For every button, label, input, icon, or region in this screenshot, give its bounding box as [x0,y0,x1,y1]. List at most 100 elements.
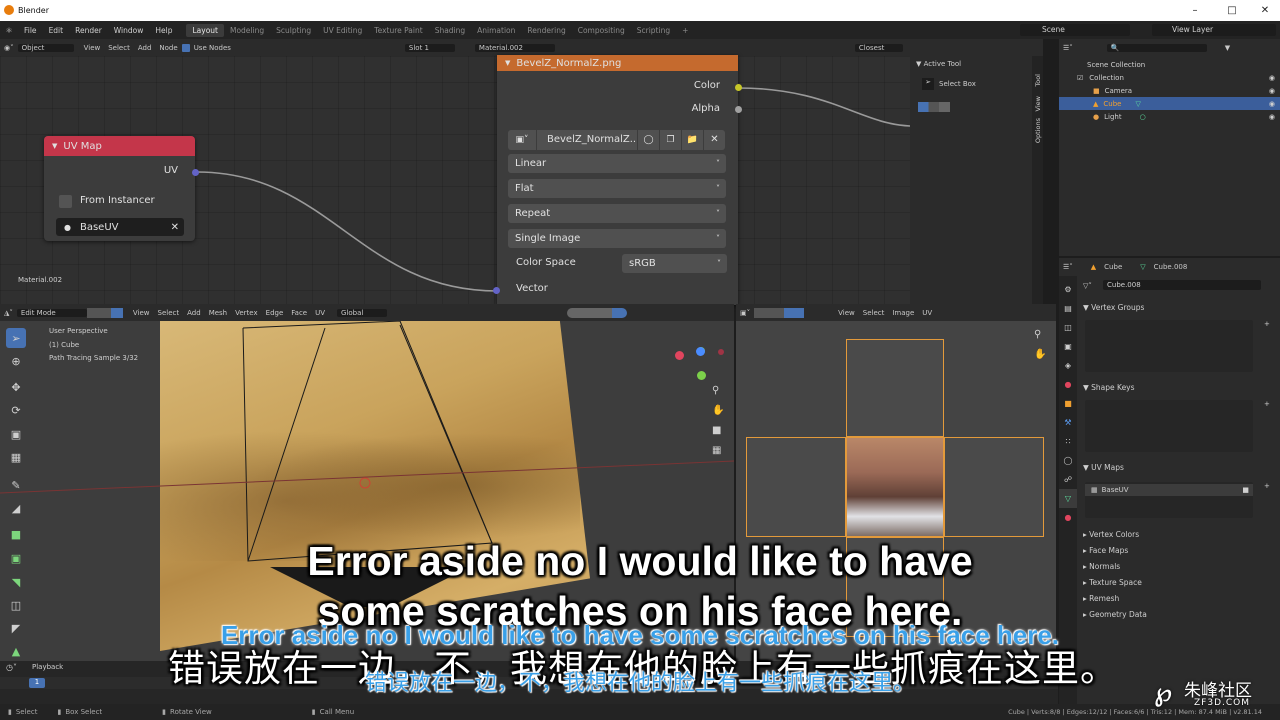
mesh-datablock-field[interactable]: Cube.008 [1103,280,1261,290]
outliner-row-collection[interactable]: ☑ Collection ◉ [1059,71,1280,84]
projection-dropdown[interactable]: Flat ˅ [508,179,726,198]
outliner-search-field[interactable]: 🔍 [1106,43,1207,52]
tab-animation[interactable]: Animation [471,24,521,37]
eye-icon[interactable]: ◉ [1269,113,1275,121]
uv-maps-header[interactable]: ▼ UV Maps [1083,463,1124,472]
menu-vertex[interactable]: Vertex [231,309,262,317]
menu-face[interactable]: Face [287,309,311,317]
material-field[interactable]: Material.002 [474,43,555,52]
tab-uv-editing[interactable]: UV Editing [317,24,368,37]
camera-view-icon[interactable]: ■ [712,425,721,436]
scale-tool-icon[interactable]: ▣ [6,424,26,444]
rotate-tool-icon[interactable]: ⟳ [6,400,26,420]
uv-editor-type-icon[interactable]: ▣˅ [736,309,754,317]
add-uv-map-icon[interactable]: + [1264,482,1270,490]
transform-tool-icon[interactable]: ▦ [6,447,26,467]
object-tab-icon[interactable]: ■ [1059,394,1077,413]
minimize-icon[interactable]: – [1178,0,1212,21]
open-folder-icon[interactable]: 📁 [682,130,703,150]
outliner-row-camera[interactable]: ■ Camera ◉ [1059,84,1280,97]
view-layer-selector[interactable]: View Layer [1152,24,1276,36]
menu-view[interactable]: View [129,309,154,317]
shading-icons[interactable] [567,307,628,318]
maximize-icon[interactable]: □ [1215,0,1249,21]
image-browse-icon[interactable]: ▣˅ [508,130,536,150]
menu-image[interactable]: Image [888,309,918,317]
eye-icon[interactable]: ◉ [1269,87,1275,95]
menu-edit[interactable]: Edit [43,26,70,35]
editor-divider[interactable] [1043,39,1059,305]
unlink-image-icon[interactable]: ✕ [704,130,725,150]
menu-add[interactable]: Add [183,309,205,317]
interpolation-closest-dropdown[interactable]: Closest [854,43,903,52]
camera-icon[interactable]: ■ [1242,486,1249,494]
outliner-row-light[interactable]: ● Light ○ ◉ [1059,110,1280,123]
physics-tab-icon[interactable]: ◯ [1059,451,1077,470]
add-vertex-group-icon[interactable]: + [1264,320,1270,328]
neg-x-icon[interactable] [718,349,724,355]
world-tab-icon[interactable]: ● [1059,375,1077,394]
object-mode-dropdown[interactable]: Object [17,43,74,52]
vertex-groups-list[interactable] [1085,320,1253,372]
material-tab-icon[interactable]: ● [1059,508,1077,527]
slot-dropdown[interactable]: Slot 1 [404,43,455,52]
modifier-tab-icon[interactable]: ⚒ [1059,413,1077,432]
menu-select[interactable]: Select [104,44,134,52]
shape-keys-list[interactable] [1085,400,1253,452]
menu-add[interactable]: Add [134,44,156,52]
x-axis-icon[interactable] [675,351,684,360]
uv-map-node-header[interactable]: ▼ UV Map [44,136,195,156]
constraints-tab-icon[interactable]: ☍ [1059,470,1077,489]
vertex-groups-header[interactable]: ▼ Vertex Groups [1083,303,1144,312]
cursor-tool-icon[interactable]: ⊕ [6,351,26,371]
tab-compositing[interactable]: Compositing [572,24,631,37]
output-tab-icon[interactable]: ◫ [1059,318,1077,337]
close-icon[interactable]: ✕ [1248,0,1280,21]
menu-view[interactable]: View [834,309,859,317]
grid-view-icon[interactable]: ▦ [712,445,721,456]
add-workspace-icon[interactable]: + [676,24,694,37]
annotate-tool-icon[interactable]: ✎ [6,475,26,495]
view-layer-tab-icon[interactable]: ▣ [1059,337,1077,356]
uv-output-socket[interactable] [192,169,199,176]
menu-edge[interactable]: Edge [262,309,288,317]
editor-type-icon[interactable]: ◉˅ [0,44,18,52]
menu-select[interactable]: Select [154,309,184,317]
menu-render[interactable]: Render [69,26,108,35]
extension-dropdown[interactable]: Repeat ˅ [508,204,726,223]
properties-editor-icon[interactable]: ☰˅ [1059,263,1077,271]
tab-texture-paint[interactable]: Texture Paint [368,24,428,37]
select-box-tool-icon[interactable]: ➢ [922,78,934,90]
eye-icon[interactable]: ◉ [1269,100,1275,108]
move-tool-icon[interactable]: ✥ [6,377,26,397]
duplicate-image-icon[interactable]: ❐ [660,130,681,150]
uv-map-item[interactable]: ▦ BaseUV ■ [1085,484,1253,496]
from-instancer-checkbox[interactable] [59,195,72,208]
zoom-icon[interactable]: ⚲ [712,385,719,396]
tab-rendering[interactable]: Rendering [521,24,571,37]
image-name-field[interactable]: BevelZ_NormalZ... [537,130,637,150]
color-output-socket[interactable] [735,84,742,91]
outliner-row-cube[interactable]: ▲ Cube ▽ ◉ [1059,97,1280,110]
axis-gizmo[interactable] [672,341,728,397]
mesh-datablock-icon[interactable]: ▽˅ [1083,282,1092,290]
uv-zoom-icon[interactable]: ⚲ [1034,329,1041,340]
uv-select-mode-icons[interactable] [754,307,805,318]
tool-tab-icon[interactable]: ⚙ [1059,280,1077,299]
tab-shading[interactable]: Shading [429,24,471,37]
green-axis-icon[interactable] [697,371,706,380]
tab-tool[interactable]: Tool [1034,74,1042,87]
tab-modeling[interactable]: Modeling [224,24,270,37]
menu-node[interactable]: Node [155,44,181,52]
menu-window[interactable]: Window [108,26,150,35]
add-shape-key-icon[interactable]: + [1264,400,1270,408]
tab-scripting[interactable]: Scripting [631,24,676,37]
outliner-row-scene-collection[interactable]: Scene Collection [1059,58,1280,71]
eye-icon[interactable]: ◉ [1269,74,1275,82]
use-nodes-checkbox[interactable] [181,43,190,52]
y-axis-icon[interactable] [696,347,705,356]
shape-keys-header[interactable]: ▼ Shape Keys [1083,383,1135,392]
vector-input-socket[interactable] [493,287,500,294]
pan-hand-icon[interactable]: ✋ [712,405,724,416]
tab-sculpting[interactable]: Sculpting [270,24,317,37]
